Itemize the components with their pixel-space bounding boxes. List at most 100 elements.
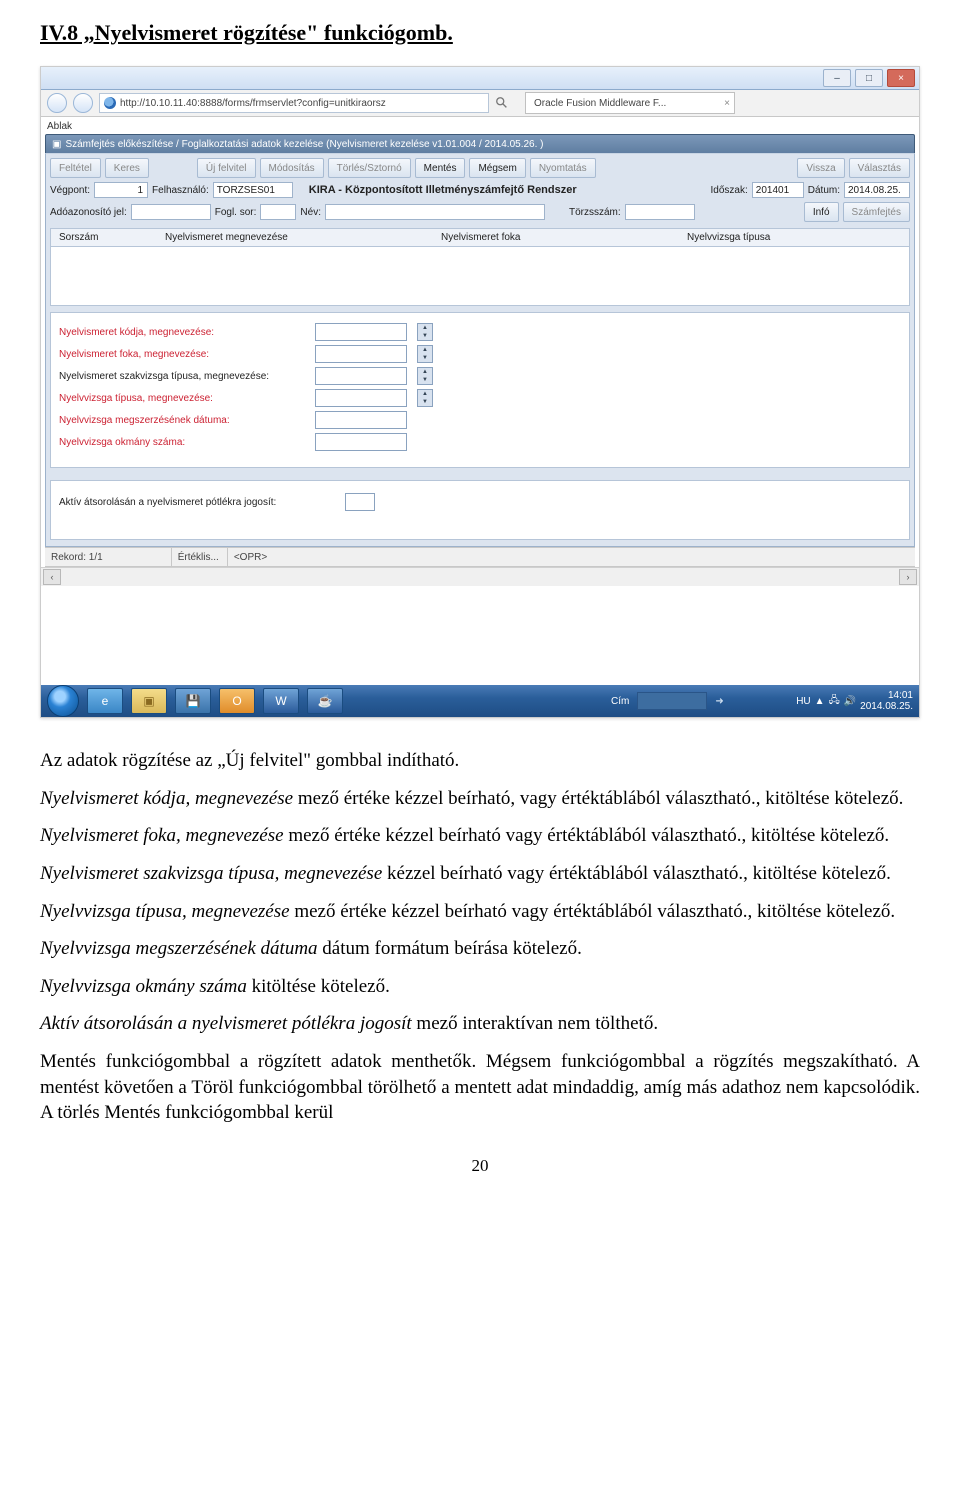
taskbar-word-icon[interactable]: W [263,688,299,714]
vegpont-field[interactable]: 1 [94,182,148,198]
window-maximize-button[interactable]: □ [855,69,883,87]
keres-button[interactable]: Keres [105,158,149,178]
megsem-button[interactable]: Mégsem [469,158,525,178]
ado-label: Adóazonosító jel: [50,207,127,218]
tray-net-icon[interactable]: 🖧 [829,693,840,710]
info-button[interactable]: Infó [804,202,839,222]
browser-toolbar: http://10.10.11.40:8888/forms/frmservlet… [41,90,919,117]
det-kod-input[interactable] [315,323,407,341]
footer-panel: Aktív átsorolásán a nyelvismeret pótlékr… [50,480,910,540]
window-minimize-button[interactable]: – [823,69,851,87]
page-number: 20 [40,1156,920,1176]
para-vizdate: Nyelvvizsga megszerzésének dátuma dátum … [40,936,920,962]
det-datum-input[interactable] [315,411,407,429]
foglsor-label: Fogl. sor: [215,207,257,218]
vegpont-label: Végpont: [50,185,90,196]
torzsszam-field[interactable] [625,204,695,220]
taskbar-disk-icon[interactable]: 💾 [175,688,211,714]
taskbar-ie-icon[interactable]: e [87,688,123,714]
taskbar-go-icon[interactable]: ➜ [715,696,723,707]
tray-lang[interactable]: HU [796,696,810,707]
para-intro: Az adatok rögzítése az „Új felvitel" gom… [40,748,920,774]
status-erteklis: Értéklis... [171,548,219,566]
aktiv-label: Aktív átsorolásán a nyelvismeret pótlékr… [59,497,339,508]
para-viztip: Nyelvvizsga típusa, megnevezése mező ért… [40,899,920,925]
det-fok-input[interactable] [315,345,407,363]
taskbar-outlook-icon[interactable]: O [219,688,255,714]
vissza-button[interactable]: Vissza [797,158,844,178]
scroll-left-icon[interactable]: ‹ [43,569,61,585]
app-menu-ablak[interactable]: Ablak [45,119,915,132]
det-kod-label: Nyelvismeret kódja, megnevezése: [59,327,309,338]
tray-flag-icon[interactable]: ▲ [815,696,825,707]
datum-label: Dátum: [808,185,840,196]
col-tipusa: Nyelvvizsga típusa [679,229,909,246]
szamfejtes-button[interactable]: Számfejtés [843,202,910,222]
torzsszam-label: Törzsszám: [569,207,621,218]
ado-field[interactable] [131,204,211,220]
datum-field[interactable]: 2014.08.25. [844,182,910,198]
form-titlebar: ▣ Számfejtés előkészítése / Foglalkoztat… [45,134,915,153]
app-name: KIRA - Központosított Illetményszámfejtő… [309,184,577,196]
det-szakv-spinner[interactable]: ▲▼ [417,367,433,385]
foglsor-field[interactable] [260,204,296,220]
url-text: http://10.10.11.40:8888/forms/frmservlet… [120,98,386,109]
grid-header: Sorszám Nyelvismeret megnevezése Nyelvis… [50,228,910,246]
para-aktiv: Aktív átsorolásán a nyelvismeret pótlékr… [40,1011,920,1037]
aktiv-field [345,493,375,511]
taskbar-explorer-icon[interactable]: ▣ [131,688,167,714]
address-bar[interactable]: http://10.10.11.40:8888/forms/frmservlet… [99,93,489,113]
para-okmany: Nyelvvizsga okmány száma kitöltése kötel… [40,974,920,1000]
tab-close-icon[interactable]: × [724,98,730,109]
taskbar-label-cim: Cím [611,696,629,707]
status-bar: Rekord: 1/1 Értéklis... <OPR> [45,547,915,567]
nev-label: Név: [300,207,321,218]
form-icon: ▣ [52,139,61,150]
valasztas-button[interactable]: Választás [849,158,910,178]
search-icon[interactable] [495,96,509,110]
embedded-screenshot: – □ × http://10.10.11.40:8888/forms/frms… [40,66,920,718]
det-fok-label: Nyelvismeret foka, megnevezése: [59,349,309,360]
browser-tab[interactable]: Oracle Fusion Middleware F... × [525,92,735,114]
tray-clock[interactable]: 14:01 2014.08.25. [860,690,913,712]
para-mentes: Mentés funkciógombbal a rögzített adatok… [40,1049,920,1126]
det-kod-spinner[interactable]: ▲▼ [417,323,433,341]
col-foka: Nyelvismeret foka [433,229,679,246]
status-opr: <OPR> [227,548,267,566]
det-szakv-input[interactable] [315,367,407,385]
felhasznalo-label: Felhasználó: [152,185,209,196]
horizontal-scrollbar[interactable]: ‹ › [41,567,919,586]
para-kod: Nyelvismeret kódja, megnevezése mező ért… [40,786,920,812]
window-close-button[interactable]: × [887,69,915,87]
taskbar-java-icon[interactable]: ☕ [307,688,343,714]
nev-field[interactable] [325,204,545,220]
det-fok-spinner[interactable]: ▲▼ [417,345,433,363]
det-szakv-label: Nyelvismeret szakvizsga típusa, megnevez… [59,371,309,382]
mentes-button[interactable]: Mentés [415,158,466,178]
uj-felvitel-button[interactable]: Új felvitel [197,158,256,178]
det-viztip-spinner[interactable]: ▲▼ [417,389,433,407]
modositas-button[interactable]: Módosítás [260,158,324,178]
idoszak-label: Időszak: [711,185,748,196]
forward-button[interactable] [73,93,93,113]
grid-body[interactable] [50,246,910,306]
back-button[interactable] [47,93,67,113]
window-titlebar: – □ × [41,67,919,90]
det-viztip-input[interactable] [315,389,407,407]
para-szakv: Nyelvismeret szakvizsga típusa, megnevez… [40,861,920,887]
felhasznalo-field[interactable]: TORZSES01 [213,182,293,198]
form-panel: Feltétel Keres Új felvitel Módosítás Tör… [45,153,915,547]
detail-panel: Nyelvismeret kódja, megnevezése: ▲▼ Nyel… [50,312,910,468]
torles-button[interactable]: Törlés/Sztornó [328,158,411,178]
feltetel-button[interactable]: Feltétel [50,158,101,178]
nyomtatas-button[interactable]: Nyomtatás [530,158,596,178]
ie-icon [104,97,116,109]
start-button[interactable] [47,685,79,717]
section-heading: IV.8 „Nyelvismeret rögzítése" funkciógom… [40,20,920,46]
det-okmany-input[interactable] [315,433,407,451]
idoszak-field[interactable]: 201401 [752,182,804,198]
tab-title: Oracle Fusion Middleware F... [534,98,666,109]
tray-vol-icon[interactable]: 🔊 [844,696,856,707]
scroll-right-icon[interactable]: › [899,569,917,585]
taskbar-cim-field[interactable] [637,692,707,710]
